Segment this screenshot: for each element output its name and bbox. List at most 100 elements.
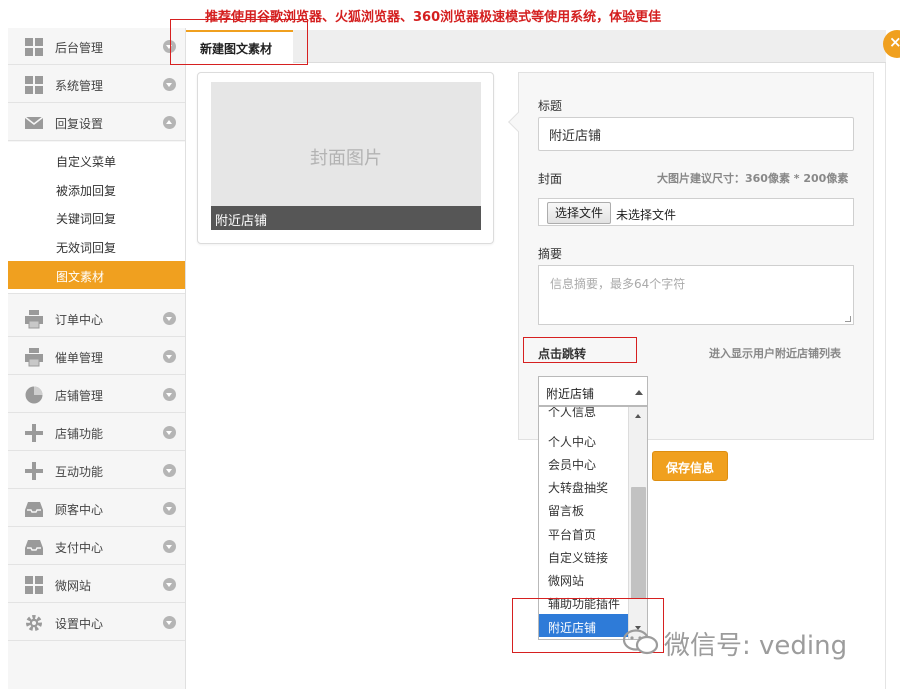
chevron-down-icon[interactable]	[163, 426, 176, 439]
sidebar-item-reply-settings[interactable]: 回复设置	[8, 104, 185, 141]
option-label: 留言板	[548, 504, 585, 518]
sidebar-item-label: 催单管理	[55, 351, 104, 365]
cover-title-bar: 附近店铺	[211, 206, 481, 230]
option-label: 个人信息	[548, 406, 597, 419]
submenu-item-label: 关键词回复	[56, 212, 117, 226]
sidebar-item-shop-management[interactable]: 店铺管理	[8, 376, 185, 413]
summary-textarea[interactable]: 信息摘要，最多64个字符	[538, 265, 854, 325]
select-current-value: 附近店铺	[546, 387, 595, 401]
chevron-down-icon[interactable]	[163, 312, 176, 325]
option-label: 辅助功能插件	[548, 597, 621, 611]
grid-icon	[25, 76, 43, 94]
save-button[interactable]: 保存信息	[652, 451, 728, 481]
sidebar-item-backend[interactable]: 后台管理	[8, 28, 185, 65]
chevron-down-icon[interactable]	[163, 40, 176, 53]
submenu-item-label: 无效词回复	[56, 241, 117, 255]
pie-chart-icon	[25, 386, 43, 404]
chevron-up-icon[interactable]	[163, 116, 176, 129]
title-label: 标题	[538, 99, 563, 113]
dropdown-option[interactable]: 会员中心	[539, 451, 628, 474]
mail-icon	[24, 116, 44, 129]
inbox-icon	[25, 540, 43, 555]
dropdown-scrollbar[interactable]	[628, 407, 647, 639]
submenu-item-invalid-reply[interactable]: 无效词回复	[8, 232, 185, 260]
sidebar: 后台管理 系统管理 回复设置 自定义菜单 被添加回复 关键词回复 无效词回复 图…	[8, 28, 186, 689]
jump-target-select[interactable]: 附近店铺	[538, 376, 648, 406]
choose-file-button[interactable]: 选择文件	[547, 202, 611, 224]
cover-title-text: 附近店铺	[215, 214, 268, 229]
option-label: 个人中心	[548, 435, 597, 449]
sidebar-item-customer-center[interactable]: 顾客中心	[8, 490, 185, 527]
save-button-label: 保存信息	[665, 461, 714, 475]
sidebar-item-orders[interactable]: 订单中心	[8, 300, 185, 337]
sidebar-item-label: 店铺管理	[55, 389, 104, 403]
grid-icon	[25, 38, 43, 56]
title-input[interactable]	[538, 117, 854, 151]
wechat-watermark: 微信号: veding	[612, 622, 877, 662]
watermark-text: 微信号: veding	[664, 631, 848, 661]
dropdown-option[interactable]: 个人信息	[539, 406, 628, 421]
chevron-down-icon[interactable]	[163, 78, 176, 91]
scroll-up-icon[interactable]	[635, 414, 641, 418]
resize-grip-icon[interactable]	[845, 316, 851, 322]
cover-image-placeholder[interactable]: 封面图片 附近店铺	[211, 82, 481, 230]
option-label: 微网站	[548, 574, 585, 588]
sidebar-item-settings-center[interactable]: 设置中心	[8, 604, 185, 641]
browser-recommendation-banner: 推荐使用谷歌浏览器、火狐浏览器、360浏览器极速模式等使用系统，体验更佳	[0, 0, 900, 28]
chevron-down-icon[interactable]	[163, 350, 176, 363]
inbox-icon	[25, 502, 43, 517]
chevron-down-icon[interactable]	[163, 616, 176, 629]
printer-icon	[25, 310, 43, 329]
sidebar-item-label: 互动功能	[55, 465, 104, 479]
sidebar-item-interactive-functions[interactable]: 互动功能	[8, 452, 185, 489]
dropdown-option[interactable]: 平台首页	[539, 521, 628, 544]
sidebar-item-label: 订单中心	[55, 313, 104, 327]
submenu-item-custom-menu[interactable]: 自定义菜单	[8, 146, 185, 174]
file-status-text: 未选择文件	[616, 208, 677, 222]
tab-new-news-material[interactable]: 新建图文素材	[186, 30, 293, 63]
chevron-down-icon[interactable]	[163, 388, 176, 401]
chevron-down-icon[interactable]	[163, 540, 176, 553]
dropdown-option[interactable]: 大转盘抽奖	[539, 474, 628, 497]
jump-target-dropdown[interactable]: 个人信息 个人中心 会员中心 大转盘抽奖 留言板 平台首页 自定义链接 微网站 …	[538, 406, 648, 640]
sidebar-item-label: 后台管理	[55, 41, 104, 55]
sidebar-item-label: 店铺功能	[55, 427, 104, 441]
sidebar-item-payment-center[interactable]: 支付中心	[8, 528, 185, 565]
sidebar-item-system[interactable]: 系统管理	[8, 66, 185, 103]
banner-text: 推荐使用谷歌浏览器、火狐浏览器、360浏览器极速模式等使用系统，体验更佳	[205, 10, 662, 25]
jump-label: 点击跳转	[538, 347, 587, 361]
option-label: 附近店铺	[548, 621, 597, 635]
submenu-item-added-reply[interactable]: 被添加回复	[8, 175, 185, 203]
sidebar-item-label: 支付中心	[55, 541, 104, 555]
tab-bar: 新建图文素材	[186, 30, 886, 63]
jump-hint: 进入显示用户附近店铺列表	[709, 347, 841, 360]
grid-icon	[25, 576, 43, 594]
cover-placeholder-text: 封面图片	[310, 148, 382, 169]
news-preview-card[interactable]: 封面图片 附近店铺	[197, 72, 494, 244]
chevron-down-icon[interactable]	[163, 464, 176, 477]
printer-icon	[25, 348, 43, 367]
chevron-down-icon[interactable]	[163, 502, 176, 515]
summary-placeholder: 信息摘要，最多64个字符	[550, 277, 686, 291]
sidebar-item-reminders[interactable]: 催单管理	[8, 338, 185, 375]
scroll-thumb[interactable]	[631, 487, 646, 599]
dropdown-option[interactable]: 微网站	[539, 567, 628, 590]
summary-label: 摘要	[538, 247, 563, 261]
plus-icon	[25, 424, 43, 442]
chevron-down-icon[interactable]	[163, 578, 176, 591]
dropdown-option[interactable]: 留言板	[539, 497, 628, 520]
chevron-up-icon	[635, 390, 643, 395]
cover-file-input[interactable]: 选择文件 未选择文件	[538, 198, 854, 226]
sidebar-item-micro-site[interactable]: 微网站	[8, 566, 185, 603]
reply-settings-submenu: 自定义菜单 被添加回复 关键词回复 无效词回复 图文素材	[8, 142, 185, 294]
option-label: 自定义链接	[548, 551, 609, 565]
submenu-item-keyword-reply[interactable]: 关键词回复	[8, 203, 185, 231]
sidebar-item-label: 设置中心	[55, 617, 104, 631]
submenu-item-news-material[interactable]: 图文素材	[8, 261, 185, 289]
dropdown-option[interactable]: 辅助功能插件	[539, 590, 628, 613]
dropdown-option[interactable]: 自定义链接	[539, 544, 628, 567]
submenu-item-label: 自定义菜单	[56, 155, 117, 169]
sidebar-item-shop-functions[interactable]: 店铺功能	[8, 414, 185, 451]
dropdown-option[interactable]: 个人中心	[539, 428, 628, 451]
cover-size-hint: 大图片建议尺寸：360像素 * 200像素	[657, 172, 849, 185]
